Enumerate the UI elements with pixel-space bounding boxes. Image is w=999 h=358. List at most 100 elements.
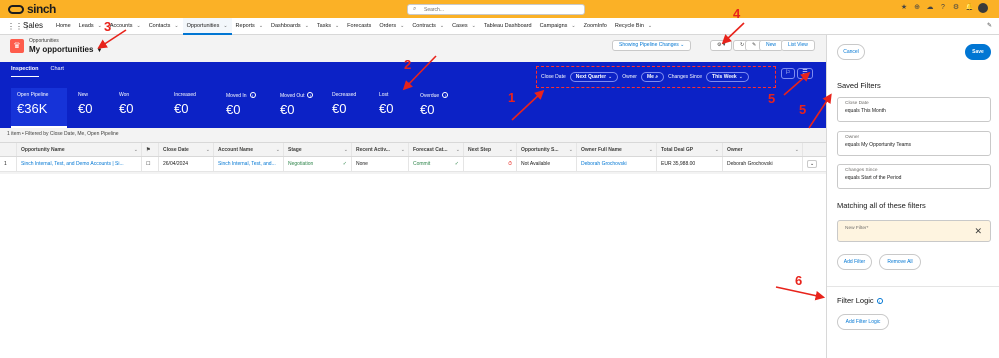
column-header-owner[interactable]: Owner ⌄ xyxy=(723,143,803,156)
metric-moved-in[interactable]: Moved In i €0 xyxy=(220,88,261,128)
filter-settings-button[interactable]: ☰ xyxy=(797,68,813,79)
column-header-stage[interactable]: Stage ⌄ xyxy=(284,143,352,156)
notifications-bell-icon[interactable]: 🔔 xyxy=(965,4,974,12)
nav-item-contacts[interactable]: Contacts ⌄ xyxy=(145,18,183,35)
edit-nav-pencil-icon[interactable]: ✎ xyxy=(987,22,992,29)
column-header-recent-activ[interactable]: Recent Activ... ⌄ xyxy=(352,143,409,156)
chevron-down-icon[interactable]: ⌄ xyxy=(472,23,476,29)
close-date-filter[interactable]: Next Quarter ⌄ xyxy=(569,72,619,82)
opportunity-name-link[interactable]: Sinch Internal, Test, and Demo Accounts … xyxy=(17,157,142,171)
table-row[interactable]: 1 Sinch Internal, Test, and Demo Account… xyxy=(0,157,826,172)
nav-item-contracts[interactable]: Contracts ⌄ xyxy=(408,18,448,35)
nav-item-recycle-bin[interactable]: Recycle Bin ⌄ xyxy=(611,18,656,35)
save-button[interactable]: Save xyxy=(965,44,991,60)
cancel-button[interactable]: Cancel xyxy=(837,44,865,60)
column-header-opportunity-name[interactable]: Opportunity Name ⌄ xyxy=(17,143,142,156)
chevron-down-icon[interactable]: ⌄ xyxy=(509,143,513,156)
help-icon[interactable]: ? xyxy=(939,4,947,12)
add-filter-button[interactable]: Add Filter xyxy=(837,254,872,270)
nav-item-reports[interactable]: Reports ⌄ xyxy=(232,18,267,35)
owner-filter[interactable]: Me ⌕ xyxy=(640,72,665,82)
column-header-owner-full-name[interactable]: Owner Full Name ⌄ xyxy=(577,143,657,156)
setup-assistant-icon[interactable]: ☁ xyxy=(926,4,934,12)
nav-item-tasks[interactable]: Tasks ⌄ xyxy=(313,18,343,35)
info-icon[interactable]: i xyxy=(307,92,314,98)
owner-full-name-link[interactable]: Deborah Grochovski xyxy=(577,157,657,171)
nav-item-orders[interactable]: Orders ⌄ xyxy=(375,18,408,35)
metric-overdue[interactable]: Overdue i €0 xyxy=(414,88,455,128)
changes-since-filter[interactable]: This Week ⌄ xyxy=(706,72,749,82)
column-header-forecast-cat[interactable]: Forecast Cat... ⌄ xyxy=(409,143,464,156)
tab-inspection[interactable]: Inspection xyxy=(11,66,39,77)
row-bookmark[interactable]: ☐ xyxy=(142,157,159,171)
chevron-down-icon[interactable]: ⌄ xyxy=(206,143,210,156)
chevron-down-icon[interactable]: ⌄ xyxy=(400,23,404,29)
chevron-down-icon[interactable]: ⌄ xyxy=(174,23,178,29)
info-icon[interactable]: i xyxy=(249,92,256,98)
chevron-down-icon[interactable]: ⌄ xyxy=(344,143,348,156)
chevron-down-icon[interactable]: ⌄ xyxy=(715,143,719,156)
nav-item-forecasts[interactable]: Forecasts xyxy=(343,18,375,35)
chevron-down-icon[interactable]: ⌄ xyxy=(223,23,227,29)
column-header-close-date[interactable]: Close Date ⌄ xyxy=(159,143,214,156)
chevron-down-icon[interactable]: ⌄ xyxy=(137,23,141,29)
new-button[interactable]: New xyxy=(759,40,784,51)
info-icon[interactable]: i xyxy=(876,298,883,304)
nav-item-dashboards[interactable]: Dashboards ⌄ xyxy=(267,18,313,35)
chevron-down-icon[interactable]: ⌄ xyxy=(569,143,573,156)
bookmark-column-header[interactable]: ⚑ xyxy=(142,143,159,156)
nav-item-campaigns[interactable]: Campaigns ⌄ xyxy=(536,18,580,35)
metric-moved-out[interactable]: Moved Out i €0 xyxy=(274,88,315,128)
nav-item-tableau-dashboard[interactable]: Tableau Dashboard xyxy=(480,18,536,35)
new-filter-card[interactable]: New Filter* ✕ xyxy=(837,220,991,242)
close-icon[interactable]: ✕ xyxy=(974,226,982,237)
bookmark-button[interactable]: ⚐ xyxy=(781,68,795,79)
saved-filter-changes-since[interactable]: Changes Since equals Start of the Period xyxy=(837,164,991,189)
nav-item-opportunities[interactable]: Opportunities ⌄ xyxy=(182,18,232,35)
metric-lost[interactable]: Lost €0 xyxy=(373,88,414,128)
metric-won[interactable]: Won €0 xyxy=(113,88,154,128)
row-actions-button[interactable]: ⌄ xyxy=(803,157,826,171)
global-actions-icon[interactable]: ⊕ xyxy=(913,4,921,12)
info-icon[interactable]: i xyxy=(442,92,449,98)
user-avatar[interactable] xyxy=(978,3,988,13)
sinch-logo[interactable]: sinch xyxy=(8,2,56,16)
add-filter-logic-button[interactable]: Add Filter Logic xyxy=(837,314,889,330)
metric-increased[interactable]: Increased €0 xyxy=(168,88,209,128)
nav-item-cases[interactable]: Cases ⌄ xyxy=(448,18,480,35)
chevron-down-icon[interactable]: ⌄ xyxy=(456,143,460,156)
column-header-next-step[interactable]: Next Step ⌄ xyxy=(464,143,517,156)
list-view-controls-button[interactable]: ⚙ ▾ xyxy=(710,40,733,51)
chevron-down-icon[interactable]: ⌄ xyxy=(795,143,799,156)
nav-item-zoominfo[interactable]: ZoomInfo xyxy=(580,18,611,35)
tab-chart[interactable]: Chart xyxy=(51,66,64,77)
saved-filter-close-date[interactable]: Close Date equals This Month xyxy=(837,97,991,122)
saved-filter-owner[interactable]: Owner equals My Opportunity Teams xyxy=(837,131,991,156)
chevron-down-icon[interactable]: ⌄ xyxy=(571,23,575,29)
favorites-icon[interactable]: ★ xyxy=(900,4,908,12)
chevron-down-icon[interactable]: ⌄ xyxy=(259,23,263,29)
chevron-down-icon[interactable]: ⌄ xyxy=(401,143,405,156)
global-search-input[interactable]: ⌕ Search... xyxy=(407,4,585,15)
nav-item-home[interactable]: Home xyxy=(52,18,75,35)
chevron-down-icon[interactable]: ⌄ xyxy=(648,23,652,29)
setup-gear-icon[interactable]: ⚙ xyxy=(952,4,960,12)
list-view-button[interactable]: List View xyxy=(781,40,815,51)
nav-item-leads[interactable]: Leads ⌄ xyxy=(75,18,106,35)
metric-new[interactable]: New €0 xyxy=(72,88,113,128)
nav-item-accounts[interactable]: Accounts ⌄ xyxy=(106,18,145,35)
chevron-down-icon[interactable]: ⌄ xyxy=(98,23,102,29)
column-header-account-name[interactable]: Account Name ⌄ xyxy=(214,143,284,156)
list-view-selector[interactable]: My opportunities ▼ xyxy=(29,45,102,54)
chevron-down-icon[interactable]: ⌄ xyxy=(440,23,444,29)
column-header-total-deal-gp[interactable]: Total Deal GP ⌄ xyxy=(657,143,723,156)
column-header-opportunity-s[interactable]: Opportunity S... ⌄ xyxy=(517,143,577,156)
chevron-down-icon[interactable]: ⌄ xyxy=(134,143,138,156)
pipeline-changes-button[interactable]: Showing Pipeline Changes ⌄ xyxy=(612,40,692,51)
chevron-down-icon[interactable]: ⌄ xyxy=(276,143,280,156)
chevron-down-icon[interactable]: ⌄ xyxy=(649,143,653,156)
account-name-link[interactable]: Sinch Internal, Test, and... xyxy=(214,157,284,171)
metric-open-pipeline[interactable]: Open Pipeline €36K xyxy=(11,88,67,128)
chevron-down-icon[interactable]: ⌄ xyxy=(335,23,339,29)
chevron-down-icon[interactable]: ⌄ xyxy=(305,23,309,29)
